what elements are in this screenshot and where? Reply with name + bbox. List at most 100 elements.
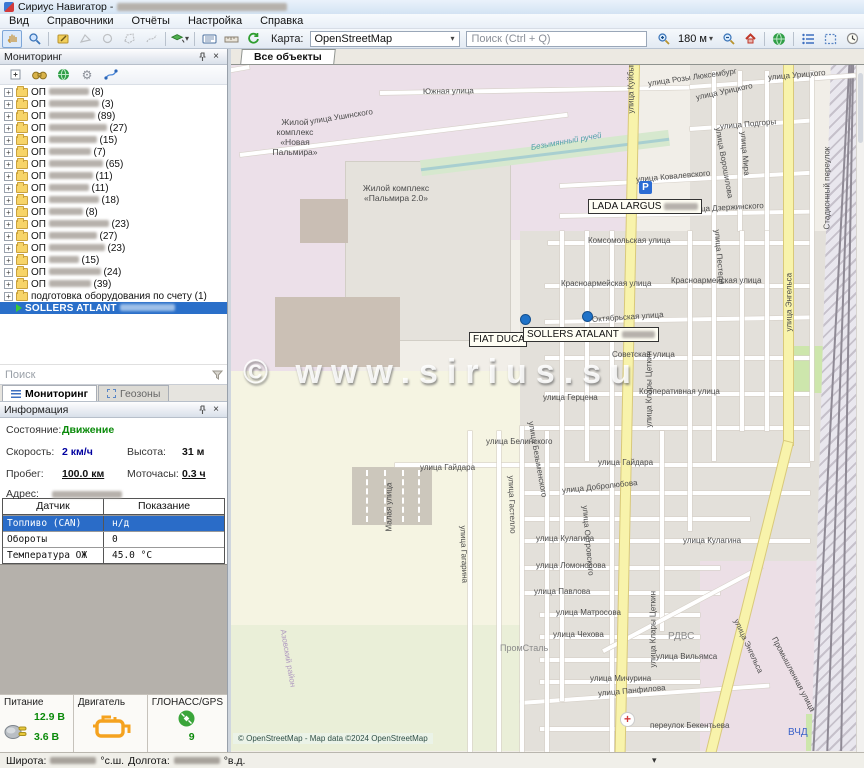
tab-Мониторинг[interactable]: Мониторинг	[2, 385, 97, 401]
vehicle-map-label[interactable]: LADA LARGUS	[588, 199, 702, 214]
tree-expander[interactable]: +	[4, 124, 13, 133]
tree-expander[interactable]: +	[4, 160, 13, 169]
vehicle-map-label[interactable]: SOLLERS ATALANT	[523, 327, 659, 342]
history-button[interactable]	[842, 30, 862, 48]
globe-button[interactable]	[769, 30, 789, 48]
home-view-button[interactable]	[740, 30, 760, 48]
sensor-row[interactable]: Обороты0	[3, 531, 224, 547]
tree-search-input[interactable]: Поиск	[0, 369, 207, 381]
tree-expander[interactable]: +	[4, 268, 13, 277]
menu-item-Справочники[interactable]: Справочники	[38, 14, 123, 29]
tree-item[interactable]: + ОП (8)	[0, 206, 227, 218]
tree-item[interactable]: +ОП (15)	[0, 134, 227, 146]
refresh-button[interactable]	[243, 30, 263, 48]
add-geozone-button[interactable]	[75, 30, 95, 48]
tree-item[interactable]: +ОП (18)	[0, 194, 227, 206]
redacted-address	[52, 491, 122, 498]
plate-numbers-button[interactable]	[199, 30, 219, 48]
tree-item[interactable]: +ОП (65)	[0, 158, 227, 170]
layers-button[interactable]: ▾	[170, 30, 190, 48]
sensor-row[interactable]: Топливо (CAN)н/д	[3, 515, 224, 531]
tree-expander[interactable]: +	[4, 172, 13, 181]
tree-expander[interactable]: +	[4, 256, 13, 265]
tree-expander[interactable]: +	[4, 88, 13, 97]
object-list-button[interactable]	[798, 30, 818, 48]
vehicle-map-label[interactable]: FIAT DUCAT	[469, 332, 527, 347]
tree-item[interactable]: +ОП (11)	[0, 182, 227, 194]
tree-expander[interactable]: +	[4, 112, 13, 121]
tree-expander[interactable]: +	[4, 136, 13, 145]
close-icon[interactable]: ×	[209, 50, 223, 63]
sensor-value: 0	[104, 532, 224, 547]
tree-expander[interactable]: +	[4, 244, 13, 253]
global-search-input[interactable]: Поиск (Ctrl + Q)	[466, 31, 648, 47]
redacted-name	[49, 244, 105, 251]
tree-expander[interactable]: +	[4, 220, 13, 229]
menu-item-Вид[interactable]: Вид	[0, 14, 38, 29]
pan-tool-button[interactable]	[2, 30, 22, 48]
map-park	[788, 346, 825, 393]
ruler-button[interactable]	[221, 30, 241, 48]
zoom-in-button[interactable]	[653, 30, 673, 48]
track-route-icon[interactable]	[102, 67, 120, 83]
area-label: Жилой комплекс «Новая Пальмира»	[262, 117, 328, 157]
tree-item[interactable]: +ОП (23)	[0, 242, 227, 254]
route-edit-button[interactable]	[141, 30, 161, 48]
vehicle-marker[interactable]	[582, 311, 593, 322]
zoom-level-select[interactable]: 180 м ▾	[675, 33, 716, 45]
tree-item-label: ОП (8)	[31, 207, 98, 218]
edit-object-button[interactable]	[53, 30, 73, 48]
tree-item[interactable]: +ОП (8)	[0, 86, 227, 98]
zoom-out-button[interactable]	[718, 30, 738, 48]
map-tab-all-objects[interactable]: Все объекты	[240, 49, 335, 64]
folder-icon	[16, 184, 28, 193]
circle-geozone-button[interactable]	[97, 30, 117, 48]
sensor-row[interactable]: Температура ОЖ45.0 °C	[3, 547, 224, 563]
pin-icon[interactable]	[195, 403, 209, 416]
map-attribution: © OpenStreetMap - Map data ©2024 OpenStr…	[233, 733, 433, 744]
select-area-button[interactable]	[820, 30, 840, 48]
expand-all-button[interactable]	[6, 67, 24, 83]
tree-expander[interactable]: +	[4, 184, 13, 193]
tree-item[interactable]: +ОП (11)	[0, 170, 227, 182]
menu-item-Отчёты[interactable]: Отчёты	[123, 14, 179, 29]
scrollbar-thumb[interactable]	[858, 73, 863, 143]
mileage-value[interactable]: 100.0 км	[62, 468, 104, 480]
sidebar-gray-area	[0, 564, 227, 694]
tree-expander[interactable]: +	[4, 208, 13, 217]
hours-value[interactable]: 0.3 ч	[182, 468, 206, 480]
vehicle-marker[interactable]	[520, 314, 531, 325]
show-on-map-globe-icon[interactable]	[54, 67, 72, 83]
tree-expander[interactable]: +	[4, 148, 13, 157]
tree-item[interactable]: +ОП (23)	[0, 218, 227, 230]
tree-item[interactable]: +ОП (3)	[0, 98, 227, 110]
binoculars-icon[interactable]	[30, 67, 48, 83]
tree-item[interactable]: +ОП (39)	[0, 278, 227, 290]
zoom-tool-button[interactable]	[24, 30, 44, 48]
menu-item-Справка[interactable]: Справка	[251, 14, 312, 29]
tree-item[interactable]: +ОП (27)	[0, 122, 227, 134]
map-provider-select[interactable]: OpenStreetMap ▾	[310, 31, 460, 47]
tab-Геозоны[interactable]: Геозоны	[98, 385, 169, 401]
tree-expander[interactable]: +	[4, 196, 13, 205]
settings-gear-icon[interactable]: ⚙	[78, 67, 96, 83]
tree-item[interactable]: SOLLERS ATLANT	[0, 302, 227, 314]
close-icon[interactable]: ×	[209, 403, 223, 416]
search-filter-icon[interactable]	[207, 366, 227, 384]
tree-expander[interactable]: +	[4, 292, 13, 301]
pin-icon[interactable]	[195, 50, 209, 63]
menu-item-Настройка[interactable]: Настройка	[179, 14, 251, 29]
tree-item[interactable]: +подготовка оборудования по счету (1)	[0, 290, 227, 302]
coords-dropdown-icon[interactable]: ▾	[652, 755, 657, 766]
tree-item[interactable]: +ОП (24)	[0, 266, 227, 278]
tree-expander[interactable]: +	[4, 232, 13, 241]
tree-expander[interactable]: +	[4, 280, 13, 289]
tree-expander[interactable]: +	[4, 100, 13, 109]
tree-item[interactable]: +ОП (15)	[0, 254, 227, 266]
tree-item[interactable]: +ОП (7)	[0, 146, 227, 158]
map-canvas[interactable]: Жилой комплекс «Новая Пальмира»Жилой ком…	[231, 65, 864, 752]
tree-item[interactable]: +ОП (27)	[0, 230, 227, 242]
map-scrollbar[interactable]	[856, 65, 864, 752]
tree-item[interactable]: +ОП (89)	[0, 110, 227, 122]
polygon-geozone-button[interactable]	[119, 30, 139, 48]
